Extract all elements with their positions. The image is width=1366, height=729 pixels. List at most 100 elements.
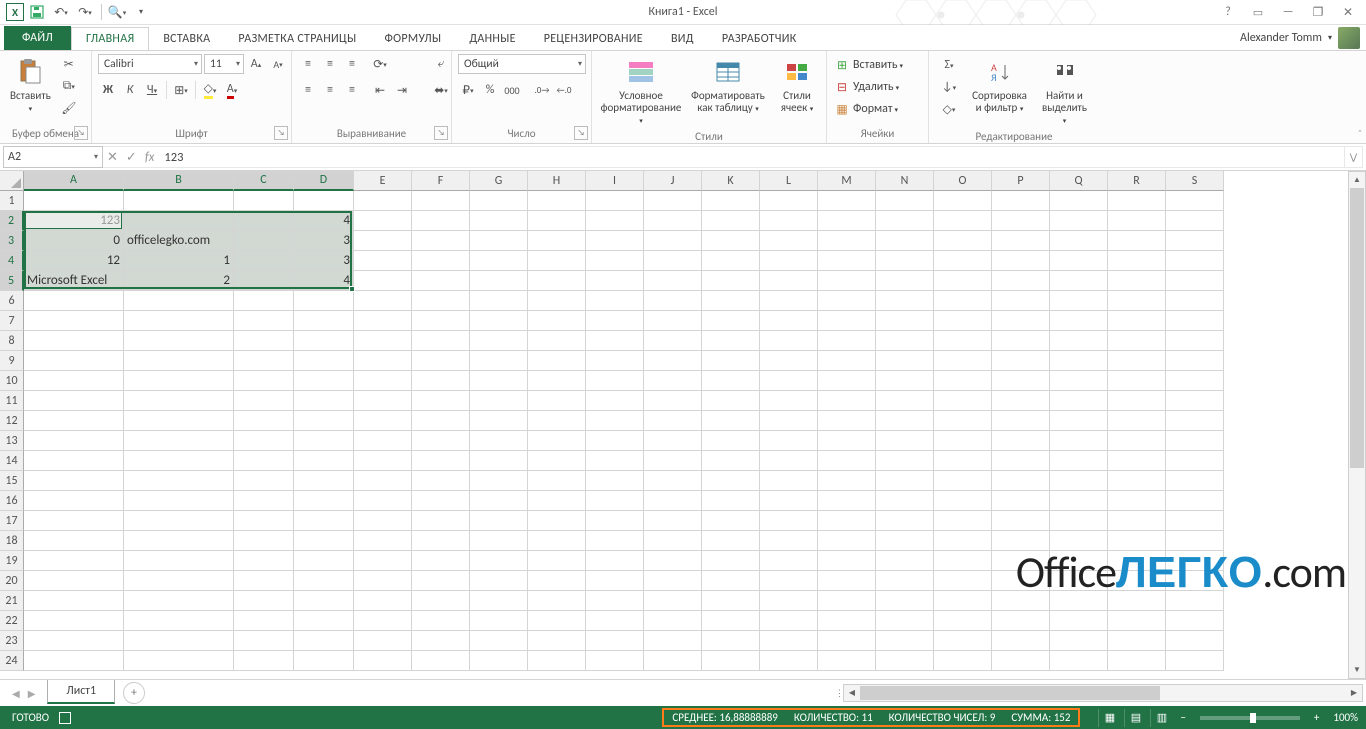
cell-S2[interactable] xyxy=(1166,211,1224,231)
cell-I21[interactable] xyxy=(586,591,644,611)
cell-S10[interactable] xyxy=(1166,371,1224,391)
cell-J16[interactable] xyxy=(644,491,702,511)
cell-B24[interactable] xyxy=(124,651,234,671)
cell-L14[interactable] xyxy=(760,451,818,471)
cell-N3[interactable] xyxy=(876,231,934,251)
cell-H16[interactable] xyxy=(528,491,586,511)
cell-S1[interactable] xyxy=(1166,191,1224,211)
cell-R12[interactable] xyxy=(1108,411,1166,431)
cell-C23[interactable] xyxy=(234,631,294,651)
cell-D18[interactable] xyxy=(294,531,354,551)
cell-L19[interactable] xyxy=(760,551,818,571)
cell-K13[interactable] xyxy=(702,431,760,451)
cell-L8[interactable] xyxy=(760,331,818,351)
cell-K7[interactable] xyxy=(702,311,760,331)
cell-M15[interactable] xyxy=(818,471,876,491)
cell-L24[interactable] xyxy=(760,651,818,671)
cell-P2[interactable] xyxy=(992,211,1050,231)
column-header-K[interactable]: K xyxy=(702,171,760,191)
cell-E1[interactable] xyxy=(354,191,412,211)
normal-view-icon[interactable]: ▦ xyxy=(1098,709,1120,727)
cell-M13[interactable] xyxy=(818,431,876,451)
cell-A24[interactable] xyxy=(24,651,124,671)
fill-color-icon[interactable]: ◇▾ xyxy=(200,80,220,100)
cell-M18[interactable] xyxy=(818,531,876,551)
cell-E21[interactable] xyxy=(354,591,412,611)
cell-Q9[interactable] xyxy=(1050,351,1108,371)
format-as-table-button[interactable]: Форматировать как таблицу ▾ xyxy=(688,54,768,117)
cell-I1[interactable] xyxy=(586,191,644,211)
cell-R14[interactable] xyxy=(1108,451,1166,471)
cell-E18[interactable] xyxy=(354,531,412,551)
cell-B11[interactable] xyxy=(124,391,234,411)
cell-O24[interactable] xyxy=(934,651,992,671)
cell-S21[interactable] xyxy=(1166,591,1224,611)
cell-R19[interactable] xyxy=(1108,551,1166,571)
cell-P4[interactable] xyxy=(992,251,1050,271)
cell-A5[interactable]: Microsoft Excel xyxy=(24,271,124,291)
cell-N4[interactable] xyxy=(876,251,934,271)
cell-B17[interactable] xyxy=(124,511,234,531)
cell-A23[interactable] xyxy=(24,631,124,651)
cell-K8[interactable] xyxy=(702,331,760,351)
cell-B4[interactable]: 1 xyxy=(124,251,234,271)
cell-P23[interactable] xyxy=(992,631,1050,651)
cell-B5[interactable]: 2 xyxy=(124,271,234,291)
column-header-R[interactable]: R xyxy=(1108,171,1166,191)
collapse-ribbon-icon[interactable]: ˆ xyxy=(1358,127,1362,140)
cell-P21[interactable] xyxy=(992,591,1050,611)
horizontal-scrollbar[interactable]: ◀ ▶ xyxy=(843,684,1363,702)
cell-N23[interactable] xyxy=(876,631,934,651)
borders-icon[interactable]: ⊞▾ xyxy=(171,80,191,100)
cell-F22[interactable] xyxy=(412,611,470,631)
cell-R2[interactable] xyxy=(1108,211,1166,231)
cancel-icon[interactable]: ✕ xyxy=(107,150,118,165)
cell-I2[interactable] xyxy=(586,211,644,231)
cell-N22[interactable] xyxy=(876,611,934,631)
cell-H21[interactable] xyxy=(528,591,586,611)
cell-B21[interactable] xyxy=(124,591,234,611)
font-color-icon[interactable]: A▾ xyxy=(222,80,242,100)
cell-K2[interactable] xyxy=(702,211,760,231)
cell-D11[interactable] xyxy=(294,391,354,411)
cell-Q17[interactable] xyxy=(1050,511,1108,531)
row-header-14[interactable]: 14 xyxy=(0,451,24,471)
cell-G3[interactable] xyxy=(470,231,528,251)
cell-R24[interactable] xyxy=(1108,651,1166,671)
cell-A8[interactable] xyxy=(24,331,124,351)
cell-J8[interactable] xyxy=(644,331,702,351)
column-header-I[interactable]: I xyxy=(586,171,644,191)
cell-F16[interactable] xyxy=(412,491,470,511)
cell-I18[interactable] xyxy=(586,531,644,551)
cell-M24[interactable] xyxy=(818,651,876,671)
cell-C12[interactable] xyxy=(234,411,294,431)
cell-N12[interactable] xyxy=(876,411,934,431)
cell-L4[interactable] xyxy=(760,251,818,271)
cell-C22[interactable] xyxy=(234,611,294,631)
cell-O11[interactable] xyxy=(934,391,992,411)
cell-A13[interactable] xyxy=(24,431,124,451)
align-middle-icon[interactable]: ≡ xyxy=(320,54,340,74)
cell-I7[interactable] xyxy=(586,311,644,331)
cell-D5[interactable]: 4 xyxy=(294,271,354,291)
cell-B16[interactable] xyxy=(124,491,234,511)
cell-D8[interactable] xyxy=(294,331,354,351)
cell-L13[interactable] xyxy=(760,431,818,451)
user-account[interactable]: Alexander Tomm▾ xyxy=(1240,27,1360,49)
cell-Q23[interactable] xyxy=(1050,631,1108,651)
cell-N21[interactable] xyxy=(876,591,934,611)
cell-Q7[interactable] xyxy=(1050,311,1108,331)
cell-O17[interactable] xyxy=(934,511,992,531)
cell-B8[interactable] xyxy=(124,331,234,351)
align-top-icon[interactable]: ≡ xyxy=(298,54,318,74)
cell-Q15[interactable] xyxy=(1050,471,1108,491)
minimize-icon[interactable]: — xyxy=(1274,2,1302,22)
cell-G22[interactable] xyxy=(470,611,528,631)
cell-M9[interactable] xyxy=(818,351,876,371)
cell-A15[interactable] xyxy=(24,471,124,491)
cell-D4[interactable]: 3 xyxy=(294,251,354,271)
cell-R21[interactable] xyxy=(1108,591,1166,611)
cell-F5[interactable] xyxy=(412,271,470,291)
cell-B1[interactable] xyxy=(124,191,234,211)
cell-P24[interactable] xyxy=(992,651,1050,671)
